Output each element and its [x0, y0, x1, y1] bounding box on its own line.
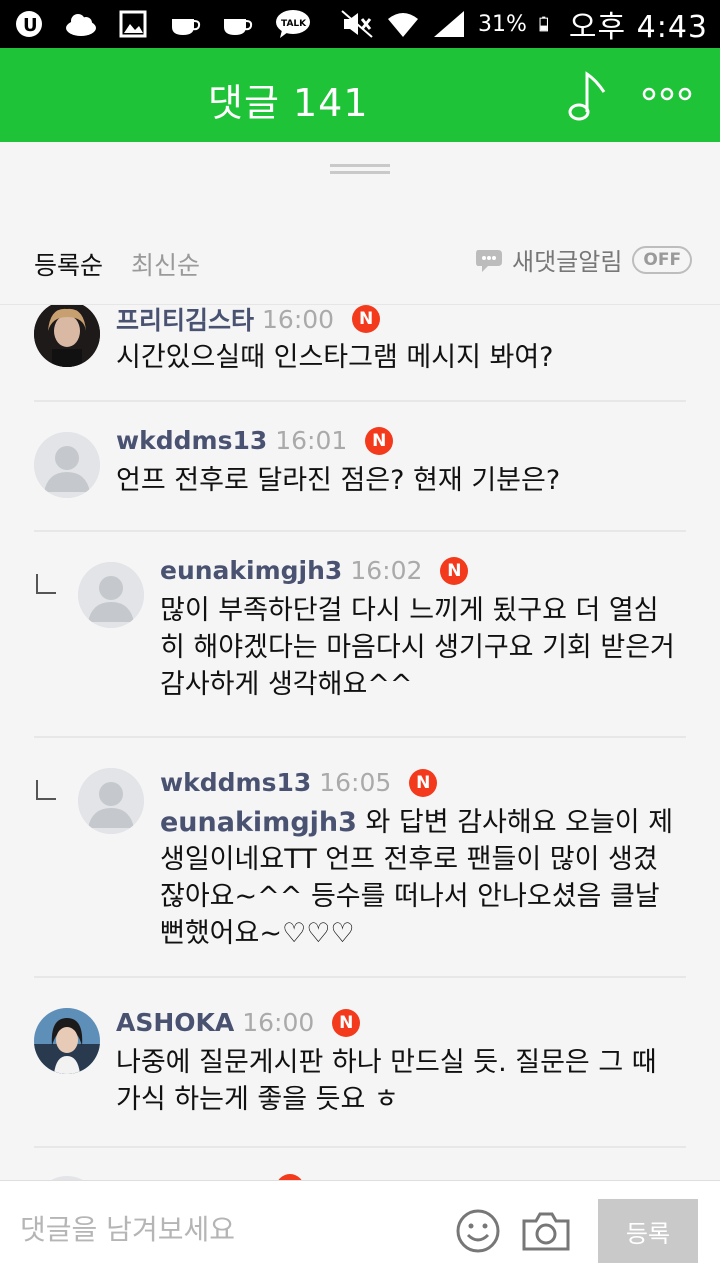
comment-text: 언프 전후로 달라진 점은? 현재 기분은?: [116, 465, 561, 496]
new-badge: N: [440, 556, 469, 585]
notify-label: 새댓글알림: [512, 248, 623, 276]
battery-icon: [539, 16, 548, 32]
comment-meta: ASHOKA 16:00 N: [116, 1008, 361, 1037]
comment-list[interactable]: 프리티김스타 16:00 N 시간있으실때 인스타그램 메시지 봐여? wkdd…: [0, 304, 720, 1180]
coffee-icon: [224, 19, 253, 35]
avatar[interactable]: [34, 1008, 100, 1074]
new-badge: N: [352, 305, 381, 333]
comment-meta: 프리티김스타 16:00 N: [116, 304, 381, 337]
notify-state-badge: OFF: [632, 245, 693, 274]
emoji-icon[interactable]: [454, 1207, 502, 1255]
music-note-icon[interactable]: [566, 70, 610, 122]
comment-text: eunakimgjh3 와 답변 감사해요 오늘이 제 생일이네요TT 언프 전…: [160, 804, 680, 952]
reply-indicator: [36, 780, 56, 800]
avatar[interactable]: [78, 768, 144, 834]
comment-reply-item: wkddms13 16:05 N eunakimgjh3 와 답변 감사해요 오…: [34, 738, 686, 978]
comment-time: 16:02: [350, 556, 423, 585]
signal-icon: [433, 11, 464, 37]
comment-text: 많이 부족하단걸 다시 느끼게 됬구요 더 열심히 해야겠다는 마음다시 생기구…: [160, 595, 675, 700]
comment-input[interactable]: [20, 1203, 440, 1255]
gallery-icon: [119, 10, 147, 38]
new-badge: N: [409, 768, 438, 797]
svg-text:TALK: TALK: [281, 19, 307, 29]
comment-author[interactable]: eunakimgjh3: [160, 556, 342, 585]
avatar[interactable]: [34, 305, 100, 367]
comment-time: 16:01: [275, 426, 348, 455]
coffee-icon: [172, 19, 201, 35]
comment-item: ASHOKA 16:00 N 나중에 질문게시판 하나 만드실 듯. 질문은 그…: [34, 978, 686, 1148]
notify-bubble-icon: [476, 249, 502, 272]
default-avatar-icon: [34, 432, 100, 498]
comment-meta: eunakimgjh3 16:02 N: [160, 556, 469, 585]
reply-indicator: [36, 574, 56, 594]
clock: 오후 4:43: [568, 10, 708, 45]
mute-icon: [341, 10, 373, 38]
comment-author[interactable]: ASHOKA: [116, 1008, 234, 1037]
avatar[interactable]: [78, 562, 144, 628]
talk-icon: TALK: [276, 10, 310, 38]
comment-item: 프리티김스타 16:00 N 시간있으실때 인스타그램 메시지 봐여?: [34, 304, 686, 402]
comment-mention[interactable]: eunakimgjh3: [160, 807, 357, 838]
default-avatar-icon: [78, 562, 144, 628]
new-comment-notify-toggle[interactable]: 새댓글알림 OFF: [474, 242, 693, 277]
status-bar: U TALK 31% 오후 4:43: [0, 0, 720, 48]
cloud-icon: [66, 14, 96, 36]
comment-author[interactable]: wkddms13: [160, 768, 311, 797]
comment-meta: wkddms13 16:05 N: [160, 768, 438, 797]
sort-bar: 등록순 최신순 새댓글알림 OFF: [0, 230, 720, 290]
comment-meta: wkddms13 16:01 N: [116, 426, 394, 455]
comment-author[interactable]: 프리티김스타: [116, 305, 254, 337]
comment-author[interactable]: wkddms13: [116, 426, 267, 455]
comment-input-bar: 등록: [0, 1180, 720, 1280]
comment-time: 16:00: [262, 304, 335, 334]
comment-text: 시간있으실때 인스타그램 메시지 봐여?: [116, 342, 554, 373]
avatar[interactable]: [34, 432, 100, 498]
app-bar: 댓글 141: [0, 48, 720, 142]
sort-by-registration-tab[interactable]: 등록순: [34, 246, 103, 282]
comment-reply-item: eunakimgjh3 16:02 N 많이 부족하단걸 다시 느끼게 됬구요 …: [34, 532, 686, 738]
default-avatar-icon: [78, 768, 144, 834]
wifi-icon: [387, 13, 418, 37]
carrier-icon: U: [16, 11, 42, 37]
more-options-icon[interactable]: [642, 84, 692, 104]
sort-latest-tab[interactable]: 최신순: [131, 246, 200, 282]
comment-item: [34, 1162, 686, 1180]
page-title: 댓글 141: [208, 81, 369, 125]
submit-button[interactable]: 등록: [598, 1199, 698, 1263]
comment-time: 16:00: [242, 1008, 315, 1037]
new-badge: N: [332, 1008, 361, 1037]
comment-time: 16:05: [319, 768, 392, 797]
camera-icon[interactable]: [520, 1207, 572, 1255]
drag-handle[interactable]: [330, 164, 390, 174]
svg-text:U: U: [23, 15, 38, 36]
battery-percent: 31%: [477, 11, 527, 37]
comment-text: 나중에 질문게시판 하나 만드실 듯. 질문은 그 때 가식 하는게 좋을 듯요…: [116, 1047, 657, 1115]
comment-item: wkddms13 16:01 N 언프 전후로 달라진 점은? 현재 기분은?: [34, 402, 686, 532]
new-badge: N: [365, 426, 394, 455]
